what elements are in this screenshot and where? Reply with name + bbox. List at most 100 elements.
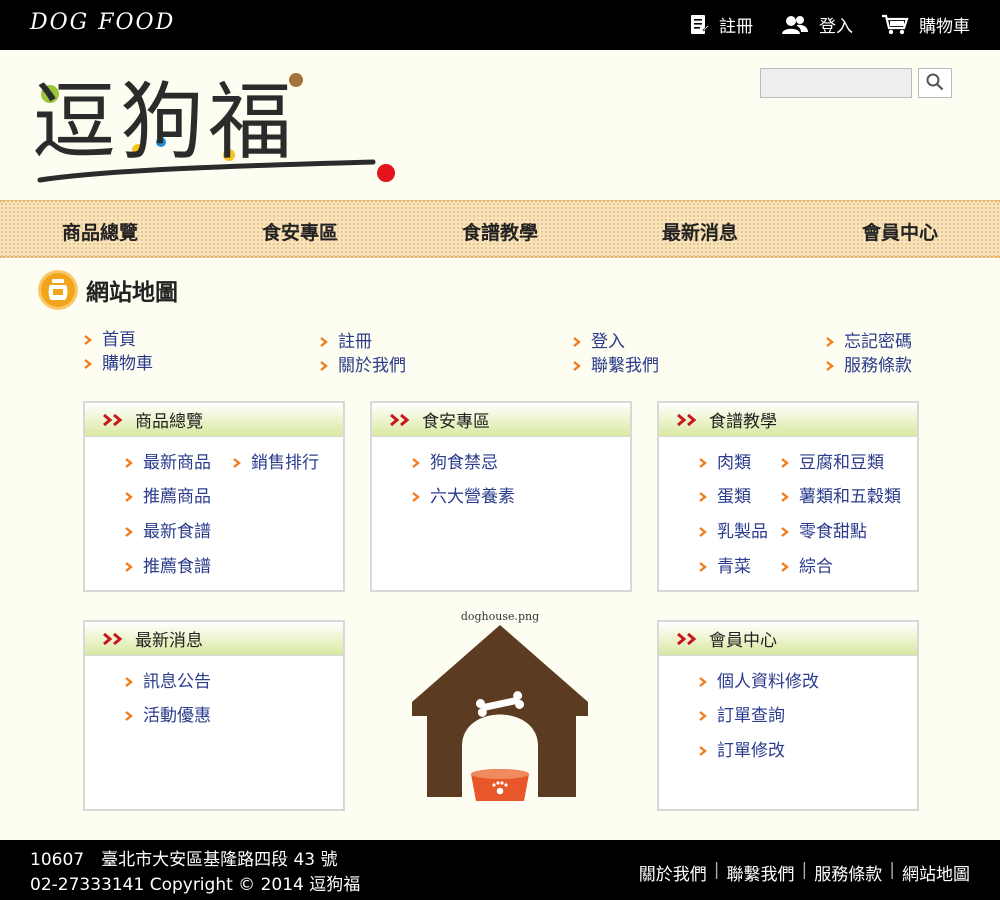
cart-link[interactable]: 購物車: [881, 12, 970, 37]
link-home[interactable]: 首頁: [84, 328, 153, 352]
link-recommended-recipes[interactable]: 推薦食譜: [125, 555, 211, 579]
panel-title: 食譜教學: [709, 412, 777, 432]
footer-link-contact[interactable]: 聯繫我們: [727, 860, 795, 885]
doghouse-caption: doghouse.png: [460, 610, 540, 623]
page-heading: 網站地圖: [38, 270, 178, 310]
link-label: 個人資料修改: [717, 672, 819, 692]
link-dog-food-taboos[interactable]: 狗食禁忌: [412, 451, 498, 475]
footer: 10607 臺北市大安區基隆路四段 43 號 02-27333141 Copyr…: [0, 840, 1000, 900]
panel-title: 會員中心: [709, 631, 777, 651]
footer-link-about[interactable]: 關於我們: [639, 860, 707, 885]
link-label: 活動優惠: [143, 706, 211, 726]
link-label: 推薦商品: [143, 487, 211, 507]
link-label: 狗食禁忌: [430, 453, 498, 473]
link-meat[interactable]: 肉類: [699, 451, 751, 475]
link-label: 關於我們: [338, 356, 406, 376]
link-label: 訊息公告: [143, 672, 211, 692]
register-link[interactable]: 註冊: [689, 12, 753, 37]
link-edit-profile[interactable]: 個人資料修改: [699, 670, 819, 694]
footer-links: 關於我們 | 聯繫我們 | 服務條款 | 網站地圖: [639, 860, 970, 885]
link-mixed[interactable]: 綜合: [781, 555, 833, 579]
search-button[interactable]: [918, 68, 952, 98]
link-label: 註冊: [338, 332, 372, 352]
link-about[interactable]: 關於我們: [320, 354, 406, 378]
nav-recipes[interactable]: 食譜教學: [400, 218, 600, 245]
link-recommended-products[interactable]: 推薦商品: [125, 485, 211, 509]
document-icon: [689, 14, 709, 36]
site-logo[interactable]: 逗狗福: [28, 62, 408, 192]
search-bar: [760, 68, 952, 98]
jar-icon: [38, 270, 78, 310]
arrow-icon: [320, 361, 328, 371]
link-vegetables[interactable]: 青菜: [699, 555, 751, 579]
link-snacks[interactable]: 零食甜點: [781, 520, 867, 544]
arrow-icon: [125, 677, 133, 687]
link-new-recipes[interactable]: 最新食譜: [125, 520, 211, 544]
panel-recipes: 食譜教學 肉類 蛋類 乳製品 青菜 豆腐和豆類 薯類和五穀類 零食甜點 綜合: [657, 401, 919, 592]
link-register[interactable]: 註冊: [320, 330, 406, 354]
cart-label: 購物車: [919, 17, 970, 37]
link-new-products[interactable]: 最新商品: [125, 451, 211, 475]
link-tofu-beans[interactable]: 豆腐和豆類: [781, 451, 884, 475]
link-order-query[interactable]: 訂單查詢: [699, 704, 785, 728]
link-terms[interactable]: 服務條款: [826, 354, 912, 378]
arrow-icon: [826, 337, 834, 347]
link-promotions[interactable]: 活動優惠: [125, 704, 211, 728]
nav-member[interactable]: 會員中心: [800, 218, 1000, 245]
brand-text: DOG FOOD: [30, 10, 176, 35]
arrow-icon: [573, 361, 581, 371]
link-label: 登入: [591, 332, 625, 352]
nav-products[interactable]: 商品總覽: [0, 218, 200, 245]
arrow-icon: [233, 458, 241, 468]
arrow-icon: [781, 492, 789, 502]
divider: |: [889, 860, 895, 880]
login-link[interactable]: 登入: [781, 12, 853, 37]
arrow-icon: [125, 711, 133, 721]
panel-header: 商品總覽: [85, 403, 343, 437]
divider: |: [713, 860, 720, 880]
footer-link-sitemap[interactable]: 網站地圖: [902, 860, 970, 885]
arrow-icon: [781, 527, 789, 537]
link-label: 薯類和五穀類: [799, 487, 901, 507]
link-dairy[interactable]: 乳製品: [699, 520, 768, 544]
search-icon: [926, 73, 944, 94]
arrow-icon: [781, 562, 789, 572]
link-login[interactable]: 登入: [573, 330, 659, 354]
search-input[interactable]: [760, 68, 912, 98]
arrow-icon: [84, 335, 92, 345]
link-forgot-password[interactable]: 忘記密碼: [826, 330, 912, 354]
nav-food-safety[interactable]: 食安專區: [200, 218, 400, 245]
arrow-icon: [412, 492, 420, 502]
link-order-edit[interactable]: 訂單修改: [699, 739, 785, 763]
panel-title: 商品總覽: [135, 412, 203, 432]
arrow-icon: [125, 492, 133, 502]
arrow-icon: [412, 458, 420, 468]
nav-news[interactable]: 最新消息: [600, 218, 800, 245]
arrow-icon: [781, 458, 789, 468]
divider: |: [801, 860, 808, 880]
link-potato-grains[interactable]: 薯類和五穀類: [781, 485, 901, 509]
link-best-sellers[interactable]: 銷售排行: [233, 451, 319, 475]
link-contact[interactable]: 聯繫我們: [573, 354, 659, 378]
arrow-icon: [125, 562, 133, 572]
link-label: 聯繫我們: [591, 356, 659, 376]
panel-header: 會員中心: [659, 622, 917, 656]
link-label: 蛋類: [717, 487, 751, 507]
panel-title: 食安專區: [422, 412, 490, 432]
footer-link-terms[interactable]: 服務條款: [814, 860, 882, 885]
link-eggs[interactable]: 蛋類: [699, 485, 751, 509]
double-arrow-icon: [103, 413, 125, 426]
link-label: 訂單修改: [717, 741, 785, 761]
doghouse-image: doghouse.png: [405, 610, 595, 810]
link-label: 青菜: [717, 557, 751, 577]
panel-title: 最新消息: [135, 631, 203, 651]
link-six-nutrients[interactable]: 六大營養素: [412, 485, 515, 509]
arrow-icon: [699, 527, 707, 537]
link-label: 綜合: [799, 557, 833, 577]
arrow-icon: [320, 337, 328, 347]
link-cart[interactable]: 購物車: [84, 352, 153, 376]
arrow-icon: [826, 361, 834, 371]
link-announcements[interactable]: 訊息公告: [125, 670, 211, 694]
footer-copyright-line: 02-27333141 Copyright © 2014 逗狗福: [30, 875, 361, 895]
users-icon: [781, 15, 809, 35]
